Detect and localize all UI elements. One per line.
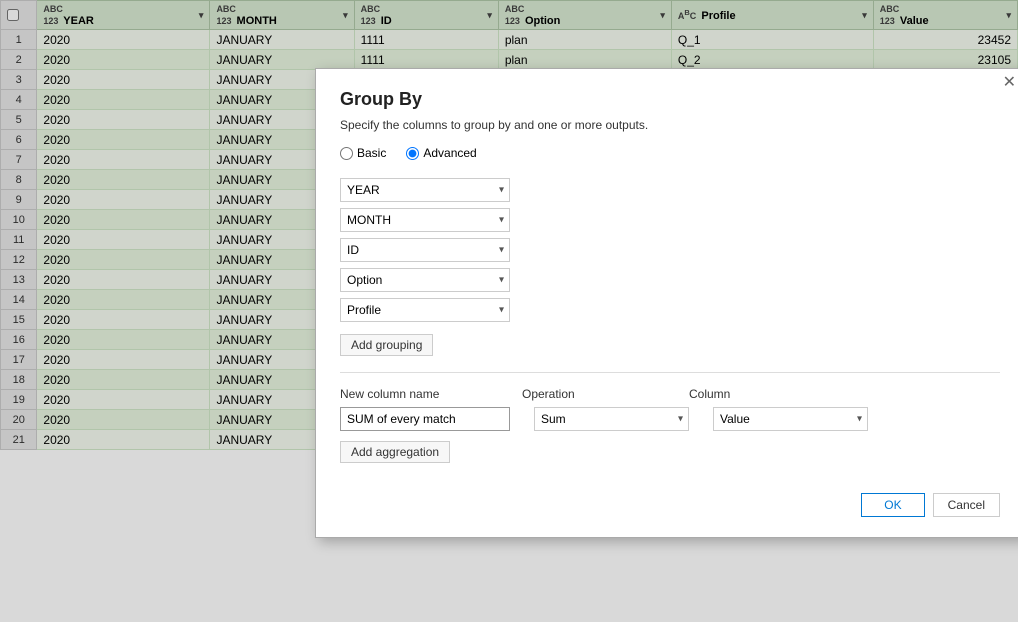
radio-basic[interactable] xyxy=(340,147,353,160)
grouping-dropdown-1[interactable]: YEARMONTHIDOptionProfileValue xyxy=(340,208,510,232)
mode-radio-group: Basic Advanced xyxy=(340,146,1000,160)
agg-labels-row: New column name Operation Column xyxy=(340,387,1000,401)
grouping-dropdown-wrapper-2: YEARMONTHIDOptionProfileValue xyxy=(340,238,510,262)
cancel-button[interactable]: Cancel xyxy=(933,493,1000,517)
ok-button[interactable]: OK xyxy=(861,493,924,517)
operation-dropdown-wrapper: Sum Average Min Max Count Count Distinct xyxy=(534,407,689,431)
grouping-dropdown-row: YEARMONTHIDOptionProfileValue xyxy=(340,208,1000,232)
grouping-dropdown-wrapper-1: YEARMONTHIDOptionProfileValue xyxy=(340,208,510,232)
radio-advanced[interactable] xyxy=(406,147,419,160)
grouping-dropdown-4[interactable]: YEARMONTHIDOptionProfileValue xyxy=(340,298,510,322)
grouping-dropdown-row: YEARMONTHIDOptionProfileValue xyxy=(340,238,1000,262)
column-dropdown[interactable]: Value ID YEAR MONTH Option Profile xyxy=(713,407,868,431)
radio-basic-label[interactable]: Basic xyxy=(340,146,386,160)
grouping-dropdown-wrapper-0: YEARMONTHIDOptionProfileValue xyxy=(340,178,510,202)
section-divider xyxy=(340,372,1000,373)
grouping-dropdown-row: YEARMONTHIDOptionProfileValue xyxy=(340,178,1000,202)
grouping-list: YEARMONTHIDOptionProfileValue YEARMONTHID… xyxy=(340,178,1000,322)
modal-footer: OK Cancel xyxy=(340,493,1000,517)
grouping-dropdown-3[interactable]: YEARMONTHIDOptionProfileValue xyxy=(340,268,510,292)
column-dropdown-wrapper: Value ID YEAR MONTH Option Profile xyxy=(713,407,868,431)
new-column-name-input[interactable] xyxy=(340,407,510,431)
agg-new-col-label: New column name xyxy=(340,387,510,401)
radio-advanced-label[interactable]: Advanced xyxy=(406,146,476,160)
modal-subtitle: Specify the columns to group by and one … xyxy=(340,118,1000,132)
grouping-dropdown-wrapper-3: YEARMONTHIDOptionProfileValue xyxy=(340,268,510,292)
operation-dropdown[interactable]: Sum Average Min Max Count Count Distinct xyxy=(534,407,689,431)
grouping-dropdown-row: YEARMONTHIDOptionProfileValue xyxy=(340,268,1000,292)
agg-column-label: Column xyxy=(689,387,844,401)
grouping-dropdown-2[interactable]: YEARMONTHIDOptionProfileValue xyxy=(340,238,510,262)
close-button[interactable]: ✕ xyxy=(1003,75,1016,91)
add-aggregation-button[interactable]: Add aggregation xyxy=(340,441,450,463)
aggregation-section: New column name Operation Column Sum Ave… xyxy=(340,387,1000,463)
grouping-dropdown-wrapper-4: YEARMONTHIDOptionProfileValue xyxy=(340,298,510,322)
agg-operation-label: Operation xyxy=(522,387,677,401)
agg-values-row: Sum Average Min Max Count Count Distinct… xyxy=(340,407,1000,431)
modal-title: Group By xyxy=(340,89,1000,110)
grouping-dropdown-row: YEARMONTHIDOptionProfileValue xyxy=(340,298,1000,322)
grouping-dropdown-0[interactable]: YEARMONTHIDOptionProfileValue xyxy=(340,178,510,202)
group-by-dialog: ✕ Group By Specify the columns to group … xyxy=(315,68,1018,538)
add-grouping-button[interactable]: Add grouping xyxy=(340,334,433,356)
